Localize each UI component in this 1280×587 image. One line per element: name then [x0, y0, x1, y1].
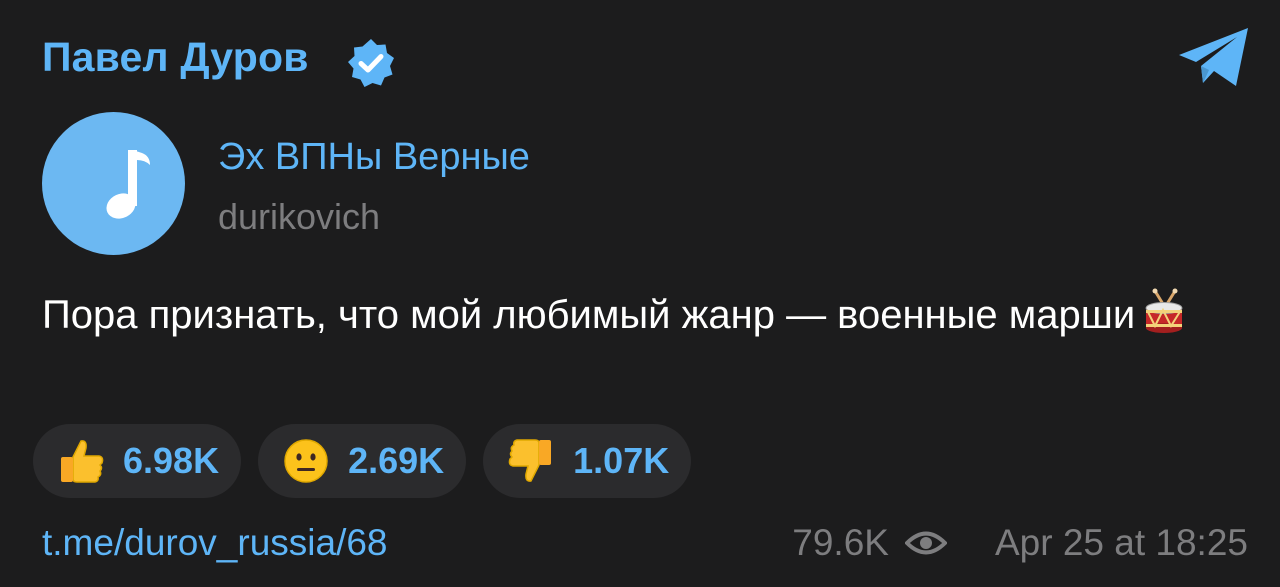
- view-count: 79.6K: [792, 522, 889, 563]
- music-play-button[interactable]: [42, 112, 185, 255]
- audio-author: durikovich: [218, 196, 381, 237]
- drum-icon: [1145, 288, 1183, 333]
- reaction-count-thumbs-down: 1.07K: [573, 440, 670, 481]
- reaction-neutral-face[interactable]: 2.69K: [258, 424, 467, 498]
- reaction-count-neutral-face: 2.69K: [348, 440, 445, 481]
- post-meta: 79.6K Apr 25 at 18:25: [792, 522, 1248, 564]
- thumbs-up-icon: [61, 440, 104, 483]
- verified-badge-icon: [348, 39, 394, 87]
- eye-icon: [904, 531, 947, 555]
- message-body: Пора признать, что мой любимый жанр — во…: [42, 293, 1136, 337]
- post-link[interactable]: t.me/durov_russia/68: [42, 522, 388, 564]
- reactions-bar: 6.98K 2.69K 1.07K: [33, 424, 692, 498]
- channel-name[interactable]: Павел Дуров: [42, 34, 309, 81]
- thumbs-down-icon: [508, 439, 552, 482]
- neutral-face-icon: [284, 439, 328, 483]
- reaction-thumbs-down[interactable]: 1.07K: [483, 424, 692, 498]
- post-date: Apr 25 at 18:25: [994, 522, 1248, 563]
- reaction-thumbs-up[interactable]: 6.98K: [33, 424, 242, 498]
- audio-title: Эх ВПНы Верные: [218, 136, 530, 178]
- telegram-icon[interactable]: [1176, 26, 1252, 88]
- music-note-icon: [106, 150, 150, 219]
- message-text: Пора признать, что мой любимый жанр — во…: [42, 288, 1232, 343]
- reaction-count-thumbs-up: 6.98K: [123, 440, 220, 481]
